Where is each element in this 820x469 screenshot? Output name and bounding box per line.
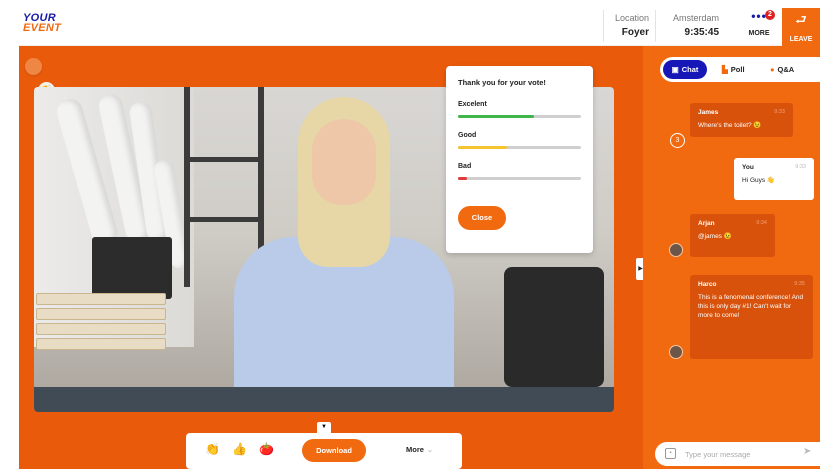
toolbar-more-label: More (406, 445, 424, 454)
toolbar-more-button[interactable]: More ⌄ (406, 445, 433, 454)
thumbs-up-icon[interactable]: 👍 (232, 442, 247, 456)
message-time: 9:33 (795, 164, 806, 170)
reaction-bubble (25, 58, 42, 75)
more-label: MORE (748, 30, 770, 37)
message-text: This is a fenomenal conference! And this… (698, 294, 804, 319)
message-author: James (698, 109, 719, 116)
location-info: Location Foyer (607, 13, 649, 38)
chat-tabs: ▣ Chat ▙ Poll ● Q&A (660, 57, 820, 82)
poll-icon: ▙ (722, 65, 728, 74)
poll-result-fill (458, 177, 467, 180)
leave-arrow-icon: ⮐ (795, 12, 807, 27)
bottom-toolbar: ▼ 👏 👍 🍅 Download More ⌄ (186, 422, 462, 469)
poll-result-card: Thank you for your vote! Excelent Good Bad… (446, 66, 593, 253)
time-info: Amsterdam 9:35:45 (659, 13, 719, 38)
poll-result-bar (458, 146, 581, 149)
chat-message-own: You 9:33 Hi Guys 👋 (734, 158, 814, 200)
avatar (669, 345, 683, 359)
poll-option: Good (458, 132, 581, 149)
logo-line-2: EVENT (23, 22, 62, 34)
chevron-down-icon: ⌄ (426, 445, 434, 454)
poll-option: Bad (458, 163, 581, 180)
message-time: 9:35 (794, 281, 805, 287)
event-logo[interactable]: YOUR EVENT (23, 13, 62, 34)
notification-badge: 2 (765, 10, 775, 20)
send-icon[interactable]: ➤ (803, 446, 811, 457)
stacked-books (36, 293, 166, 353)
tab-poll[interactable]: ▙ Poll (722, 60, 745, 79)
poll-option: Excelent (458, 101, 581, 118)
download-button[interactable]: Download (302, 439, 366, 462)
app-frame: YOUR EVENT Location Foyer Amsterdam 9:35… (19, 8, 820, 469)
speaker (214, 97, 474, 407)
poll-title: Thank you for your vote! (458, 78, 546, 87)
tab-chat[interactable]: ▣ Chat (663, 60, 707, 79)
speaker-face (312, 119, 376, 205)
message-author: Harco (698, 281, 717, 288)
stage-area: 👏 👍 🍅 👏 👏 (19, 46, 645, 469)
qa-icon: ● (770, 65, 775, 74)
avatar (669, 243, 683, 257)
clap-icon[interactable]: 👏 (205, 442, 220, 456)
message-text: Hi Guys 👋 (742, 177, 776, 184)
unread-count-badge: 3 (670, 133, 685, 148)
desk (34, 387, 614, 412)
current-time: 9:35:45 (684, 27, 719, 38)
chevron-down-icon[interactable]: ▼ (317, 422, 331, 433)
chat-message: Arjan 9:34 @james 😉 (690, 214, 775, 257)
chat-icon: ▣ (671, 65, 679, 74)
chat-message: James 9:33 Where's the toilet? 😉 (690, 103, 793, 137)
header-divider (603, 10, 604, 42)
tomato-icon[interactable]: 🍅 (259, 442, 274, 456)
more-menu-button[interactable]: ••• 2 MORE (739, 10, 779, 44)
message-input[interactable] (685, 447, 797, 461)
poll-option-label: Excelent (458, 101, 487, 108)
close-button[interactable]: Close (458, 206, 506, 230)
image-attach-icon[interactable]: ▪ (665, 448, 676, 459)
poll-result-fill (458, 146, 508, 149)
leave-button[interactable]: ⮐ LEAVE (782, 8, 820, 46)
chair (504, 267, 604, 387)
message-time: 9:34 (756, 220, 767, 226)
chat-message: Harco 9:35 This is a fenomenal conferenc… (690, 275, 813, 359)
leave-label: LEAVE (789, 36, 813, 43)
poll-result-bar (458, 177, 581, 180)
poll-option-label: Good (458, 132, 477, 139)
top-header: YOUR EVENT Location Foyer Amsterdam 9:35… (19, 8, 820, 46)
tab-qa[interactable]: ● Q&A (770, 60, 794, 79)
header-divider (655, 10, 656, 42)
chat-panel: ▣ Chat ▙ Poll ● Q&A 3 James 9:33 Where's th… (643, 46, 820, 469)
poll-result-fill (458, 115, 535, 118)
message-time: 9:33 (774, 109, 785, 115)
city-label: Amsterdam (672, 13, 719, 23)
basket (92, 237, 172, 299)
location-label: Location (614, 13, 649, 23)
location-value: Foyer (621, 27, 649, 38)
poll-option-label: Bad (458, 163, 472, 170)
poll-result-bar (458, 115, 581, 118)
message-composer: ▪ ➤ (655, 442, 820, 466)
message-text: Where's the toilet? 😉 (698, 122, 762, 129)
message-text: @james 😉 (698, 233, 732, 240)
